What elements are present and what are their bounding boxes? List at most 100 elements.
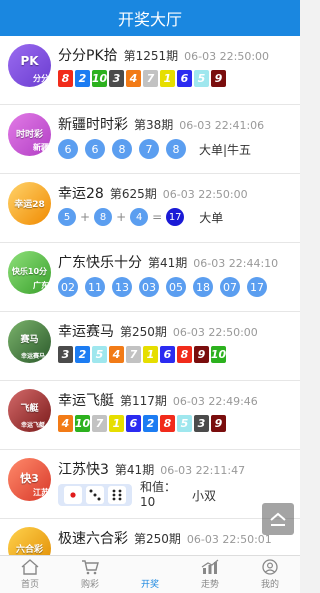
pk-number: 7 (92, 415, 107, 432)
chevron-up-icon (270, 512, 286, 526)
number-ball: 07 (220, 277, 240, 297)
pk-number: 4 (109, 346, 124, 363)
lottery-time: 06-03 22:44:10 (193, 257, 279, 270)
pk-number: 4 (58, 415, 73, 432)
dice-one-icon (64, 486, 82, 504)
trend-icon (201, 559, 219, 574)
tab-label: 我的 (260, 580, 279, 590)
pk-number: 3 (109, 70, 124, 87)
equals-sign: = (152, 210, 163, 224)
pk-number: 1 (109, 415, 124, 432)
back-to-top-button[interactable] (262, 503, 294, 535)
lottery-list[interactable]: PK 分分 分分PK拾 第1251期 06-03 22:50:00 8 2 10… (0, 36, 300, 555)
pk-number: 6 (126, 415, 141, 432)
tab-mine[interactable]: 我的 (240, 556, 300, 593)
tab-trend[interactable]: 走势 (180, 556, 240, 593)
pk-number: 3 (194, 415, 209, 432)
lottery-name: 江苏快3 (58, 462, 109, 478)
pk-number: 5 (194, 70, 209, 87)
pk-number: 9 (194, 346, 209, 363)
lottery-issue: 第41期 (148, 256, 188, 270)
lottery-time: 06-03 22:11:47 (160, 464, 246, 477)
tab-home[interactable]: 首页 (0, 556, 60, 593)
award-icon (140, 559, 160, 575)
lottery-time: 06-03 22:50:00 (162, 188, 248, 201)
user-icon (262, 559, 278, 575)
lottery-logo: 快乐10分 广东 (8, 251, 51, 294)
number-ball: 11 (85, 277, 105, 297)
pk-number: 9 (211, 70, 226, 87)
app-header: 开奖大厅 (0, 0, 300, 36)
lottery-issue: 第117期 (120, 394, 167, 408)
page-title: 开奖大厅 (117, 10, 182, 29)
dice-sum: 和值：10 (140, 480, 177, 509)
pk-number: 4 (126, 70, 141, 87)
lottery-item-pk10[interactable]: PK 分分 分分PK拾 第1251期 06-03 22:50:00 8 2 10… (0, 36, 300, 105)
draw-numbers: 4 10 7 1 6 2 8 5 3 9 (58, 415, 228, 432)
draw-numbers: 3 2 5 4 7 1 6 8 9 10 (58, 346, 228, 363)
lottery-time: 06-03 22:49:46 (172, 395, 258, 408)
lottery-item-marksix[interactable]: 六合彩 极速六合彩 第250期 06-03 22:50:01 (0, 519, 300, 555)
sum-ball: 17 (166, 208, 185, 226)
pk-number: 2 (75, 70, 90, 87)
pk-number: 2 (75, 346, 90, 363)
lottery-item-gdkl10[interactable]: 快乐10分 广东 广东快乐十分 第41期 06-03 22:44:10 02 1… (0, 243, 300, 312)
lottery-item-horse[interactable]: 赛马 幸运赛马 幸运赛马 第250期 06-03 22:50:00 3 2 5 … (0, 312, 300, 381)
lottery-time: 06-03 22:50:00 (172, 326, 258, 339)
tab-label: 走势 (200, 580, 219, 590)
lottery-issue: 第250期 (120, 325, 167, 339)
lottery-issue: 第625期 (109, 187, 157, 201)
plus-sign: + (116, 210, 127, 224)
lottery-name: 广东快乐十分 (58, 255, 142, 271)
lottery-item-jsk3[interactable]: 快3 江苏 江苏快3 第41期 06-03 22:11:47 和值：10 小双 (0, 450, 300, 519)
number-ball: 7 (139, 139, 159, 159)
pk-number: 2 (143, 415, 158, 432)
pk-number: 10 (74, 415, 91, 432)
number-ball: 18 (193, 277, 213, 297)
tab-label: 开奖 (140, 580, 159, 590)
pk-number: 8 (160, 415, 175, 432)
lottery-logo: 幸运28 (8, 182, 51, 225)
pk-number: 10 (210, 346, 227, 363)
lottery-name: 幸运赛马 (58, 324, 114, 340)
home-icon (21, 559, 39, 575)
number-ball: 05 (166, 277, 186, 297)
lottery-issue: 第1251期 (123, 49, 179, 63)
number-ball: 8 (112, 139, 132, 159)
tab-buy[interactable]: 购彩 (60, 556, 120, 593)
pk-number: 7 (143, 70, 158, 87)
number-ball: 6 (58, 139, 78, 159)
draw-numbers: 6 6 8 7 8 大单|牛五 (58, 139, 251, 159)
lottery-name: 分分PK拾 (58, 48, 118, 64)
pk-number: 1 (143, 346, 158, 363)
lottery-logo: 六合彩 (8, 527, 51, 555)
lottery-name: 极速六合彩 (58, 531, 128, 547)
lottery-item-xjssc[interactable]: 时时彩 新疆 新疆时时彩 第38期 06-03 22:41:06 6 6 8 7… (0, 105, 300, 174)
cart-icon (82, 560, 99, 575)
number-ball: 17 (247, 277, 267, 297)
number-ball: 03 (139, 277, 159, 297)
number-ball: 4 (130, 208, 149, 226)
pk-number: 9 (211, 415, 226, 432)
draw-result: 小双 (192, 488, 217, 503)
number-ball: 8 (94, 208, 113, 226)
lottery-time: 06-03 22:50:00 (184, 50, 270, 63)
number-ball: 6 (85, 139, 105, 159)
draw-result: 大单|牛五 (199, 142, 252, 157)
lottery-time: 06-03 22:41:06 (179, 119, 265, 132)
lottery-logo: 快3 江苏 (8, 458, 51, 501)
lottery-issue: 第38期 (134, 118, 174, 132)
tab-label: 首页 (20, 580, 39, 590)
lottery-time: 06-03 22:50:01 (186, 533, 272, 546)
tab-label: 购彩 (80, 580, 99, 590)
pk-number: 6 (177, 70, 192, 87)
lottery-item-boat[interactable]: 飞艇 幸运飞艇 幸运飞艇 第117期 06-03 22:49:46 4 10 7… (0, 381, 300, 450)
lottery-name: 新疆时时彩 (58, 117, 128, 133)
tab-draw[interactable]: 开奖 (120, 556, 180, 593)
lottery-item-lucky28[interactable]: 幸运28 幸运28 第625期 06-03 22:50:00 5 + 8 + 4… (0, 174, 300, 243)
pk-number: 3 (58, 346, 73, 363)
pk-number: 6 (160, 346, 175, 363)
lottery-logo: PK 分分 (8, 44, 51, 87)
dice-six-icon (108, 486, 126, 504)
lottery-issue: 第250期 (134, 532, 181, 546)
